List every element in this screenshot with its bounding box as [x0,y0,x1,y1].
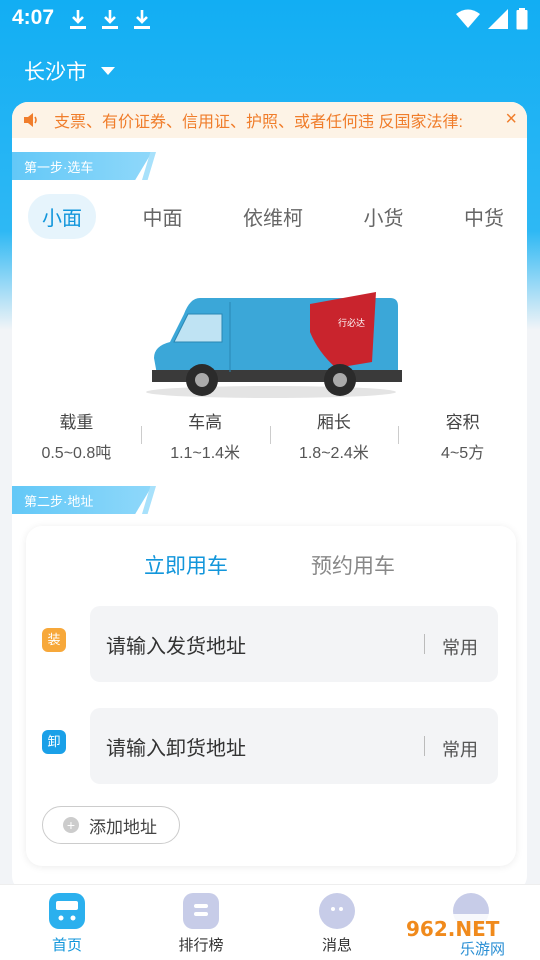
add-address-button[interactable]: + 添加地址 [42,806,180,844]
tab-ranking[interactable]: 排行榜 [166,893,236,955]
download-icon [68,8,88,30]
tab-home-label: 首页 [51,937,82,954]
main-card: 支票、有价证券、信用证、护照、或者任何违 反国家法律: × 第一步·选车 小面 … [12,102,527,892]
spec-length: 厢长 1.8~2.4米 [269,404,399,464]
download-notifications [68,8,152,30]
van-logo: 行必达 [338,317,365,329]
tab-home[interactable]: 首页 [32,893,102,955]
notice-text: 支票、有价证券、信用证、护照、或者任何违 反国家法律: [54,114,463,131]
divider [424,634,425,654]
spec-label: 容积 [445,413,480,432]
spec-value: 1.1~1.4米 [170,445,241,462]
caret-down-icon [101,67,115,75]
tab-xiaohuo[interactable]: 小货 [350,194,418,239]
tab-iveco[interactable]: 依维柯 [229,194,317,239]
unload-tag: 卸 [42,730,66,754]
close-icon[interactable]: × [505,108,517,131]
watermark-sub: 乐游网 [460,940,505,958]
city-label: 长沙市 [24,61,87,84]
speaker-icon [24,113,37,127]
tab-use-now[interactable]: 立即用车 [144,550,228,580]
battery-icon [516,8,528,30]
load-tag: 装 [42,628,66,652]
vehicle-specs: 载重 0.5~0.8吨 车高 1.1~1.4米 厢长 1.8~2.4米 容积 4… [12,404,527,464]
tab-zhonghuo[interactable]: 中货 [450,194,518,239]
van-image: 行必达 [146,292,402,398]
spec-value: 0.5~0.8吨 [41,445,112,462]
download-icon [132,8,152,30]
ranking-icon [183,893,219,929]
divider [424,736,425,756]
watermark-brand: 962.NET [406,917,500,941]
vehicle-type-tabs: 小面 中面 依维柯 小货 中货 [28,193,518,239]
bus-icon [49,893,85,929]
plus-icon: + [63,817,79,833]
step2-label: 第二步·地址 [12,486,152,514]
spec-label: 载重 [59,413,94,432]
status-time: 4:07 [12,6,55,29]
tab-xiaomian[interactable]: 小面 [28,193,96,239]
add-address-label: 添加地址 [89,817,157,837]
status-indicators [456,8,528,30]
spec-value: 4~5方 [441,445,485,462]
signal-icon [488,9,508,29]
spec-label: 厢长 [316,413,351,432]
tab-zhongmian[interactable]: 中面 [129,194,197,239]
unload-address-placeholder: 请输入卸货地址 [106,738,246,760]
wifi-icon [456,9,480,28]
notice-bar: 支票、有价证券、信用证、护照、或者任何违 反国家法律: × [12,102,527,138]
spec-height: 车高 1.1~1.4米 [140,404,270,464]
address-panel: 立即用车 预约用车 装 请输入发货地址 常用 卸 请输入卸货地址 常用 + 添加… [26,526,516,866]
spec-value: 1.8~2.4米 [298,445,369,462]
download-icon [100,8,120,30]
tab-messages[interactable]: 消息 [302,893,372,955]
spec-label: 车高 [188,413,223,432]
spec-volume: 容积 4~5方 [398,404,527,464]
tab-reserve[interactable]: 预约用车 [311,550,395,580]
watermark-logo: 962.NET 乐游网 [400,914,540,958]
load-address-placeholder: 请输入发货地址 [106,636,246,658]
status-bar: 4:07 [0,0,540,38]
load-address-field[interactable]: 请输入发货地址 常用 [90,606,498,682]
unload-address-field[interactable]: 请输入卸货地址 常用 [90,708,498,784]
tab-ranking-label: 排行榜 [178,937,224,954]
common-address-button[interactable]: 常用 [442,634,478,660]
common-address-button[interactable]: 常用 [442,736,478,762]
message-icon [319,893,355,929]
city-selector[interactable]: 长沙市 [24,56,115,86]
step1-label: 第一步·选车 [12,152,152,180]
spec-load: 载重 0.5~0.8吨 [12,404,141,464]
tab-messages-label: 消息 [321,937,352,954]
